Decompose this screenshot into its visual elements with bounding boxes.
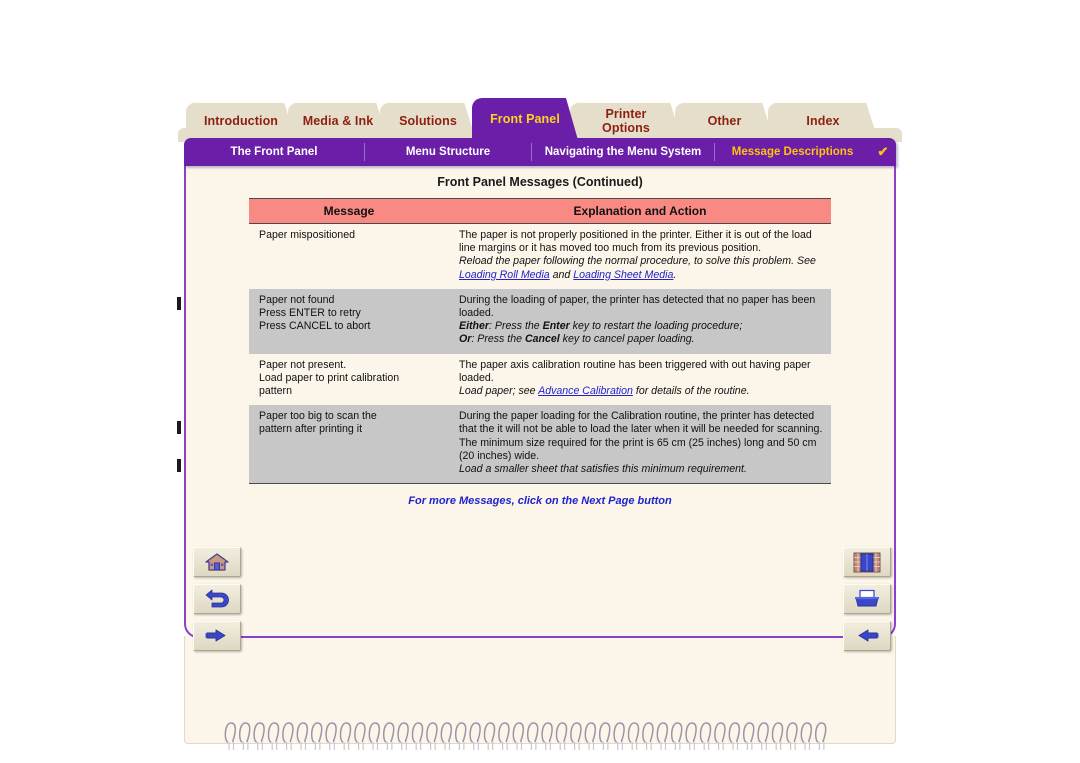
- pointing-hand-left-icon: [858, 629, 879, 642]
- change-bar: [177, 297, 181, 310]
- cancel-key-name: Cancel: [524, 333, 560, 346]
- help-document-window: Introduction Media & Ink Solutions Front…: [178, 96, 902, 750]
- explanation-text: During the paper loading for the Calibra…: [459, 410, 823, 462]
- sub-navigation-bar: The Front Panel Menu Structure Navigatin…: [184, 138, 896, 166]
- explanation-text: The paper axis calibration routine has b…: [459, 358, 811, 384]
- tab-index-label: Index: [806, 113, 840, 128]
- cell-message: Paper mispositioned: [249, 223, 449, 289]
- subnav-navigating-the-menu-system[interactable]: Navigating the Menu System: [531, 143, 714, 161]
- subnav-navigating-the-menu-system-label: Navigating the Menu System: [544, 146, 702, 158]
- tab-index[interactable]: Index: [768, 102, 878, 140]
- table-row: Paper not found Press ENTER to retry Pre…: [249, 288, 831, 354]
- tab-other-label: Other: [707, 113, 742, 128]
- bookcase-icon: [853, 552, 881, 572]
- explanation-italic-pre: Reload the paper following the normal pr…: [459, 255, 816, 268]
- document-page: Front Panel Messages (Continued) Message…: [184, 164, 896, 638]
- printer-icon: [855, 589, 879, 607]
- right-button-column: [843, 547, 891, 658]
- current-section-check-icon: ✔: [877, 144, 889, 159]
- tab-introduction-label: Introduction: [203, 113, 279, 128]
- left-button-column: [193, 547, 241, 658]
- cell-message: Paper not found Press ENTER to retry Pre…: [249, 288, 449, 354]
- page-title: Front Panel Messages (Continued): [437, 175, 643, 189]
- table-row: Paper not present. Load paper to print c…: [249, 353, 831, 406]
- change-bar: [177, 459, 181, 472]
- link-loading-roll-media[interactable]: Loading Roll Media: [459, 269, 550, 281]
- explanation-italic-post: for details of the routine.: [632, 385, 750, 398]
- explanation-text: The paper is not properly positioned in …: [459, 229, 812, 255]
- cell-explanation: The paper is not properly positioned in …: [449, 223, 831, 289]
- tab-front-panel-label: Front Panel: [490, 111, 560, 126]
- print-button[interactable]: [843, 584, 891, 614]
- cell-message: Paper not present. Load paper to print c…: [249, 353, 449, 406]
- message-line: Paper not found: [259, 293, 335, 306]
- subnav-menu-structure-label: Menu Structure: [405, 146, 491, 158]
- message-line: pattern after printing it: [259, 423, 363, 436]
- subnav-the-front-panel[interactable]: The Front Panel: [184, 143, 364, 161]
- subnav-message-descriptions[interactable]: Message Descriptions: [714, 143, 870, 161]
- message-line: Paper too big to scan the: [259, 410, 377, 423]
- either-label: Either: [459, 320, 490, 333]
- either-text-a: : Press the: [489, 320, 543, 333]
- cell-explanation: During the loading of paper, the printer…: [449, 288, 831, 354]
- front-panel-messages-table: Message Explanation and Action Paper mis…: [249, 198, 831, 485]
- subnav-message-descriptions-label: Message Descriptions: [731, 146, 854, 158]
- link-advance-calibration[interactable]: Advance Calibration: [538, 385, 633, 397]
- tab-media-and-ink[interactable]: Media & Ink: [288, 102, 388, 140]
- subnav-the-front-panel-label: The Front Panel: [230, 146, 318, 158]
- message-line: Press CANCEL to abort: [259, 320, 371, 333]
- message-line: Load paper to print calibration: [259, 371, 400, 384]
- enter-key-name: Enter: [542, 320, 570, 333]
- subnav-menu-structure[interactable]: Menu Structure: [364, 143, 531, 161]
- main-tab-bar: Introduction Media & Ink Solutions Front…: [178, 96, 902, 142]
- table-row: Paper mispositioned The paper is not pro…: [249, 223, 831, 289]
- tab-solutions-label: Solutions: [399, 113, 457, 128]
- or-label: Or: [459, 333, 472, 346]
- or-text-a: : Press the: [471, 333, 525, 346]
- back-button[interactable]: [193, 584, 241, 614]
- explanation-italic-pre: Load a smaller sheet that satisfies this…: [459, 463, 747, 476]
- table-row: Paper too big to scan the pattern after …: [249, 405, 831, 485]
- message-line: Paper not present.: [259, 358, 347, 371]
- tab-front-panel[interactable]: Front Panel: [472, 98, 578, 140]
- tab-printer-options[interactable]: Printer Options: [570, 102, 682, 140]
- spiral-binding: [224, 722, 827, 750]
- column-header-explanation: Explanation and Action: [449, 198, 831, 224]
- message-line: Press ENTER to retry: [259, 307, 361, 320]
- home-icon: [205, 553, 229, 571]
- cell-explanation: The paper axis calibration routine has b…: [449, 353, 831, 406]
- tab-solutions[interactable]: Solutions: [380, 102, 476, 140]
- explanation-italic-post: .: [673, 268, 677, 281]
- next-page-button[interactable]: [193, 621, 241, 651]
- table-header-row: Message Explanation and Action: [249, 198, 831, 224]
- explanation-italic-mid: and: [549, 268, 574, 281]
- message-line: pattern: [259, 385, 292, 398]
- or-text-b: key to cancel paper loading.: [559, 333, 695, 346]
- tab-media-and-ink-label: Media & Ink: [302, 113, 374, 128]
- tab-printer-options-label-line2: Options: [602, 121, 650, 135]
- tab-printer-options-label-line1: Printer: [605, 107, 647, 121]
- tab-introduction[interactable]: Introduction: [186, 102, 296, 140]
- change-bar: [177, 421, 181, 434]
- column-header-message: Message: [249, 198, 449, 224]
- tab-other[interactable]: Other: [675, 102, 774, 140]
- home-button[interactable]: [193, 547, 241, 577]
- pointing-hand-icon: [205, 629, 226, 642]
- back-arrow-icon: [205, 589, 229, 608]
- explanation-italic-pre: Load paper; see: [459, 385, 539, 398]
- explanation-text: During the loading of paper, the printer…: [459, 293, 816, 320]
- link-loading-sheet-media[interactable]: Loading Sheet Media: [573, 269, 673, 281]
- cell-explanation: During the paper loading for the Calibra…: [449, 405, 831, 485]
- either-text-b: key to restart the loading procedure;: [569, 320, 743, 333]
- next-page-hint: For more Messages, click on the Next Pag…: [408, 495, 672, 508]
- cell-message: Paper too big to scan the pattern after …: [249, 405, 449, 485]
- bookshelf-button[interactable]: [843, 547, 891, 577]
- previous-page-button[interactable]: [843, 621, 891, 651]
